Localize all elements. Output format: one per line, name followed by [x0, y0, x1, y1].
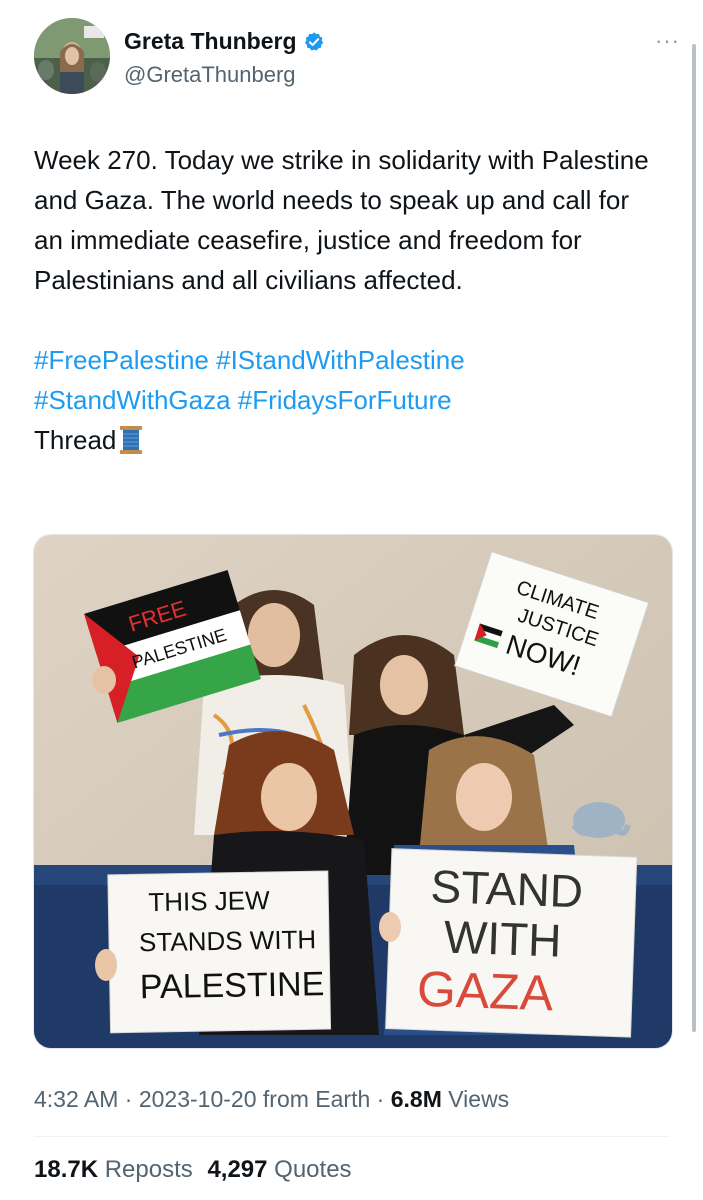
quotes-label: Quotes: [267, 1156, 352, 1183]
tweet-header: Greta Thunberg @GretaThunberg ···: [34, 18, 679, 98]
author-name-row: Greta Thunberg: [124, 28, 325, 55]
sign-stand-text: STAND: [430, 860, 584, 917]
avatar[interactable]: [34, 18, 110, 94]
verified-badge-icon: [303, 31, 325, 53]
tweet-text: Week 270. Today we strike in solidarity …: [34, 140, 664, 460]
hashtag-link[interactable]: #FridaysForFuture: [238, 385, 452, 415]
tweet-date[interactable]: 2023-10-20: [139, 1086, 257, 1112]
sign-gaza-text: GAZA: [416, 961, 555, 1022]
tweet-source: from Earth: [256, 1086, 371, 1112]
hashtag-line-2: #StandWithGaza #FridaysForFuture: [34, 380, 664, 420]
thread-label: Thread: [34, 425, 117, 455]
quotes-count: 4,297: [207, 1156, 268, 1183]
protest-photo: FREE PALESTINE CLIMATE JUSTICE NOW! THIS…: [34, 535, 672, 1048]
hashtag-link[interactable]: #StandWithGaza: [34, 385, 231, 415]
thread-line: Thread: [34, 420, 664, 460]
tweet-photo[interactable]: FREE PALESTINE CLIMATE JUSTICE NOW! THIS…: [33, 534, 673, 1049]
meta-separator: ·: [370, 1086, 391, 1112]
author-handle[interactable]: @GretaThunberg: [124, 62, 296, 88]
tweet-time[interactable]: 4:32 AM: [34, 1086, 118, 1112]
spool-of-thread-icon: [118, 425, 144, 455]
hashtag-link[interactable]: #FreePalestine: [34, 345, 209, 375]
divider: [34, 1136, 669, 1137]
more-options-icon[interactable]: ···: [655, 28, 680, 54]
reposts-link[interactable]: 18.7K Reposts: [34, 1156, 193, 1183]
meta-separator: ·: [118, 1086, 139, 1112]
views-count: 6.8M: [390, 1086, 442, 1112]
tweet-meta: 4:32 AM · 2023-10-20 from Earth · 6.8M V…: [34, 1086, 509, 1113]
avatar-image: [34, 18, 110, 94]
views-label: Views: [441, 1086, 510, 1112]
tweet-stats: 18.7K Reposts 4,297 Quotes: [34, 1156, 360, 1184]
sign-this-jew-text: THIS JEW: [148, 885, 270, 917]
hashtag-link[interactable]: #IStandWithPalestine: [216, 345, 465, 375]
scrollbar[interactable]: [692, 44, 696, 1032]
hashtag-line-1: #FreePalestine #IStandWithPalestine: [34, 340, 664, 380]
tweet-paragraph: Week 270. Today we strike in solidarity …: [34, 145, 649, 295]
author-name[interactable]: Greta Thunberg: [124, 28, 297, 55]
sign-palestine-text-2: PALESTINE: [139, 965, 324, 1006]
quotes-link[interactable]: 4,297 Quotes: [207, 1156, 351, 1183]
reposts-label: Reposts: [98, 1156, 193, 1183]
reposts-count: 18.7K: [34, 1156, 99, 1183]
sign-with-text: WITH: [443, 911, 562, 967]
sign-stands-with-text: STANDS WITH: [139, 924, 317, 957]
